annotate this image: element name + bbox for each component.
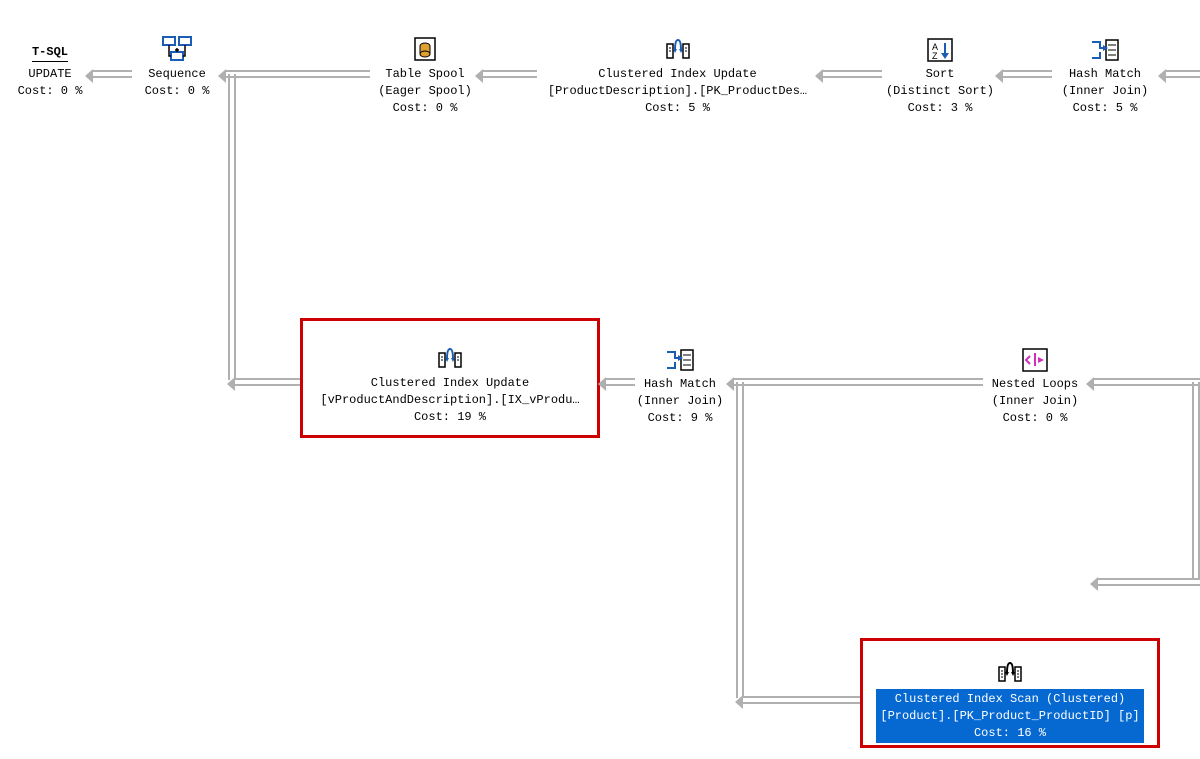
clustered-index-update-icon — [535, 30, 820, 62]
node-sequence[interactable]: Sequence Cost: 0 % — [132, 30, 222, 100]
execution-plan-canvas[interactable]: T-SQL UPDATE Cost: 0 % Sequence Cost: 0 … — [0, 0, 1200, 759]
connector — [1165, 70, 1200, 78]
connector — [92, 70, 132, 78]
node-hash-match-top[interactable]: Hash Match (Inner Join) Cost: 5 % — [1050, 30, 1160, 116]
connector — [482, 70, 537, 78]
node-cost: Cost: 19 % — [320, 409, 579, 426]
sequence-icon — [132, 30, 222, 62]
connector — [733, 378, 983, 386]
node-title: Clustered Index Update — [548, 66, 807, 83]
node-cost: Cost: 0 % — [378, 100, 472, 117]
node-subtitle: [ProductDescription].[PK_ProductDes… — [548, 83, 807, 100]
node-clustered-index-update-productdescription[interactable]: Clustered Index Update [ProductDescripti… — [535, 30, 820, 116]
connector — [225, 70, 370, 78]
sort-icon: A Z — [880, 30, 1000, 62]
hash-match-icon — [630, 340, 730, 372]
node-tsql-update[interactable]: T-SQL UPDATE Cost: 0 % — [10, 30, 90, 100]
node-cost: Cost: 9 % — [637, 410, 723, 427]
node-title: Hash Match — [637, 376, 723, 393]
node-sort[interactable]: A Z Sort (Distinct Sort) Cost: 3 % — [880, 30, 1000, 116]
node-cost: Cost: 0 % — [145, 83, 210, 100]
node-cost: Cost: 5 % — [548, 100, 807, 117]
node-title: Sort — [886, 66, 994, 83]
node-hash-match-mid[interactable]: Hash Match (Inner Join) Cost: 9 % — [630, 340, 730, 426]
connector — [742, 696, 862, 704]
node-title: Clustered Index Scan (Clustered) — [880, 691, 1139, 708]
table-spool-icon — [370, 30, 480, 62]
node-title: Clustered Index Update — [320, 375, 579, 392]
nested-loops-icon — [980, 340, 1090, 372]
node-clustered-index-scan-product[interactable]: Clustered Index Scan (Clustered) [Produc… — [860, 638, 1160, 748]
node-subtitle: [Product].[PK_Product_ProductID] [p] — [880, 708, 1139, 725]
node-table-spool[interactable]: Table Spool (Eager Spool) Cost: 0 % — [370, 30, 480, 116]
connector — [1192, 382, 1200, 580]
node-title: Table Spool — [378, 66, 472, 83]
connector — [1002, 70, 1052, 78]
node-subtitle: (Inner Join) — [992, 393, 1078, 410]
connector — [1093, 378, 1200, 386]
connector — [822, 70, 882, 78]
node-cost: Cost: 5 % — [1062, 100, 1148, 117]
node-title: Nested Loops — [992, 376, 1078, 393]
tsql-icon: T-SQL — [10, 30, 90, 62]
svg-text:Z: Z — [932, 51, 938, 61]
node-nested-loops[interactable]: Nested Loops (Inner Join) Cost: 0 % — [980, 340, 1090, 426]
node-title: UPDATE — [18, 66, 83, 83]
connector — [228, 74, 236, 380]
node-title: Sequence — [145, 66, 210, 83]
hash-match-icon — [1050, 30, 1160, 62]
node-cost: Cost: 0 % — [992, 410, 1078, 427]
clustered-index-update-icon — [303, 339, 597, 371]
node-clustered-index-update-vproduct[interactable]: Clustered Index Update [vProductAndDescr… — [300, 318, 600, 438]
connector — [1097, 578, 1200, 586]
connector — [736, 382, 744, 698]
node-subtitle: [vProductAndDescription].[IX_vProdu… — [320, 392, 579, 409]
node-subtitle: (Inner Join) — [637, 393, 723, 410]
node-subtitle: (Eager Spool) — [378, 83, 472, 100]
node-subtitle: (Distinct Sort) — [886, 83, 994, 100]
node-cost: Cost: 16 % — [880, 725, 1139, 742]
node-subtitle: (Inner Join) — [1062, 83, 1148, 100]
node-cost: Cost: 0 % — [18, 83, 83, 100]
connector — [234, 378, 302, 386]
node-title: Hash Match — [1062, 66, 1148, 83]
node-cost: Cost: 3 % — [886, 100, 994, 117]
clustered-index-scan-icon — [863, 653, 1157, 685]
